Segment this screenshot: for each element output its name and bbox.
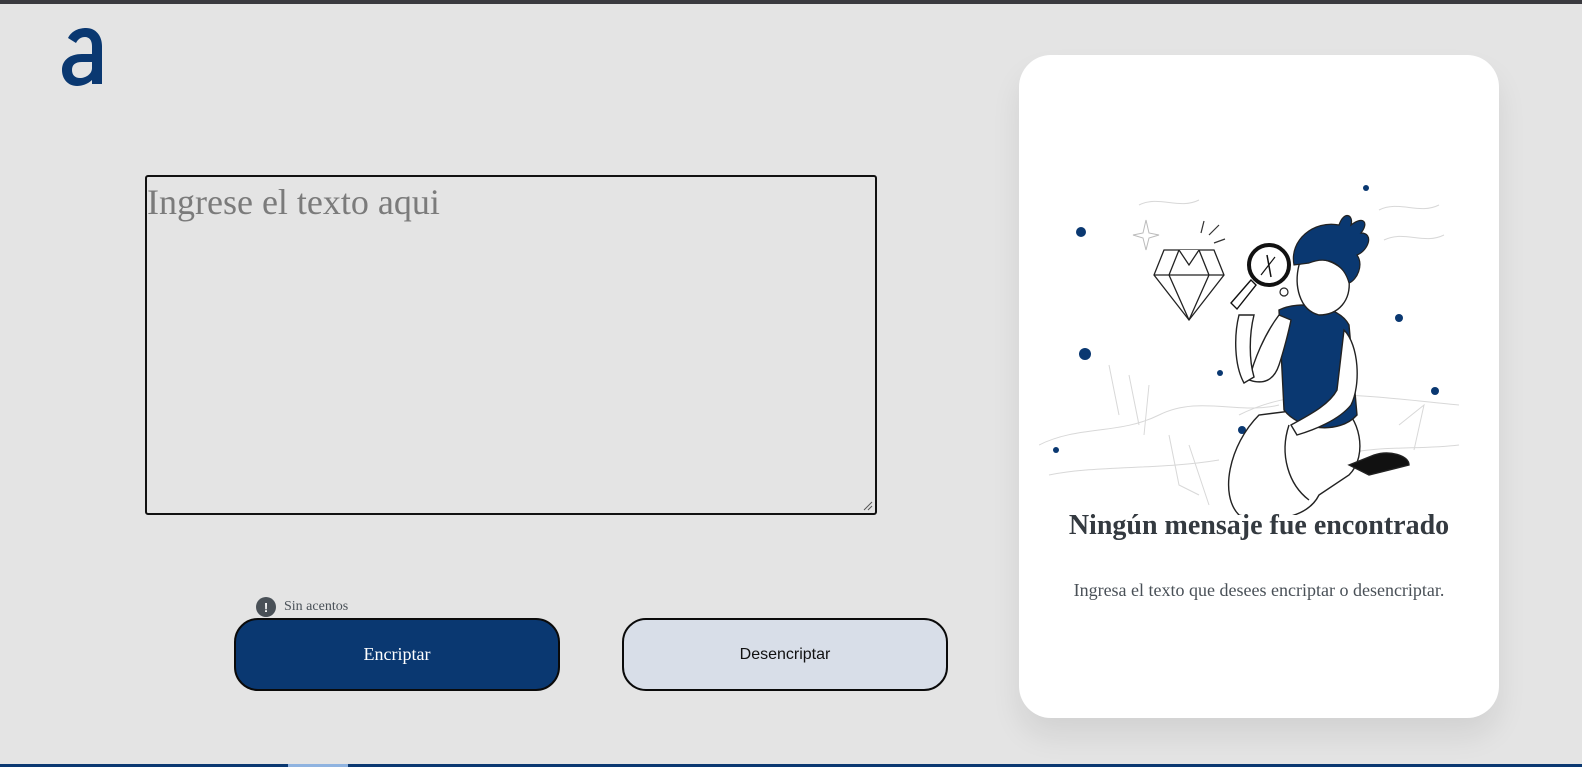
resize-grip-icon[interactable] [863, 501, 873, 511]
output-card: Ningún mensaje fue encontrado Ingresa el… [1019, 55, 1499, 718]
alura-logo-icon[interactable] [60, 24, 106, 88]
hint-text: Sin acentos [284, 599, 349, 614]
encrypt-button-label: Encriptar [363, 644, 431, 664]
top-bar [0, 0, 1582, 4]
decrypt-button-label: Desencriptar [739, 645, 831, 663]
encrypt-button[interactable]: Encriptar [234, 618, 560, 691]
output-message: Ingresa el texto que desees encriptar o … [1073, 580, 1445, 600]
output-title: Ningún mensaje fue encontrado [1068, 510, 1450, 541]
hint: ! Sin acentos [256, 596, 348, 618]
decrypt-button[interactable]: Desencriptar [622, 618, 948, 691]
exclamation-circle-icon: ! [256, 597, 276, 617]
person-with-magnifier-illustration [1039, 185, 1460, 515]
text-input[interactable] [145, 175, 877, 515]
